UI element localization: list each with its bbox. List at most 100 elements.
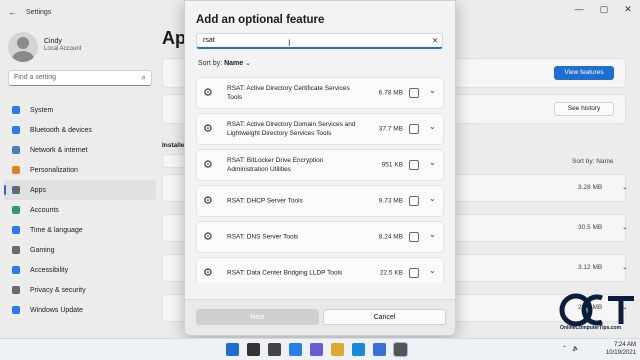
wifi-icon bbox=[12, 146, 20, 154]
feature-checkbox[interactable] bbox=[409, 88, 419, 98]
window-title: Settings bbox=[26, 9, 52, 16]
brush-icon bbox=[12, 166, 20, 174]
feature-size: 6.78 MB bbox=[378, 89, 403, 97]
feature-name: RSAT: Active Directory Domain Services a… bbox=[227, 121, 356, 137]
search-icon[interactable] bbox=[247, 343, 260, 356]
settings-icon[interactable] bbox=[393, 342, 408, 357]
sidebar-item-apps[interactable]: Apps bbox=[4, 180, 156, 200]
feature-list-item[interactable]: ⚙ RSAT: Active Directory Domain Services … bbox=[196, 113, 444, 145]
chevron-down-icon: ⌄ bbox=[245, 60, 251, 67]
sidebar-item-label: System bbox=[30, 106, 54, 114]
sidebar-item-label: Accessibility bbox=[30, 266, 69, 274]
edge-icon[interactable] bbox=[352, 343, 365, 356]
chevron-down-icon[interactable]: ⌄ bbox=[622, 183, 628, 191]
installed-feature-size: 30.5 MB bbox=[578, 224, 603, 231]
back-arrow-icon[interactable]: ← bbox=[8, 7, 17, 17]
dialog-title: Add an optional feature bbox=[196, 14, 325, 26]
user-name: Cindy bbox=[44, 38, 62, 45]
next-button[interactable]: Next bbox=[196, 309, 319, 325]
feature-name: RSAT: DHCP Server Tools bbox=[227, 197, 303, 205]
bluetooth-icon bbox=[12, 126, 20, 134]
clock-date: 10/19/2021 bbox=[605, 350, 636, 356]
maximize-icon[interactable]: ▢ bbox=[597, 4, 611, 15]
sort-dropdown[interactable]: Sort by: Name ⌄ bbox=[198, 59, 251, 67]
shield-icon bbox=[12, 286, 20, 294]
see-history-button[interactable]: See history bbox=[554, 102, 614, 116]
chevron-down-icon[interactable]: ⌄ bbox=[429, 266, 436, 275]
chevron-down-icon[interactable]: ⌄ bbox=[622, 223, 628, 231]
feature-name: RSAT: Active Directory Certificate Servi… bbox=[227, 85, 350, 101]
chevron-down-icon[interactable]: ⌄ bbox=[622, 263, 628, 271]
feature-list: ⚙ RSAT: Active Directory Certificate Serv… bbox=[196, 77, 446, 283]
start-icon[interactable] bbox=[226, 343, 239, 356]
store-icon[interactable] bbox=[373, 343, 386, 356]
chevron-down-icon[interactable]: ⌄ bbox=[429, 158, 436, 167]
feature-list-item[interactable]: ⚙ RSAT: DHCP Server Tools 9.73 MB ⌄ bbox=[196, 185, 444, 217]
widgets-icon[interactable] bbox=[289, 343, 302, 356]
feature-checkbox[interactable] bbox=[409, 160, 419, 170]
dialog-footer: Next Cancel bbox=[185, 299, 455, 335]
feature-size: 951 KB bbox=[381, 161, 403, 169]
cancel-button[interactable]: Cancel bbox=[323, 309, 446, 325]
sidebar: Cindy Local Account Find a setting ⌕ Sys… bbox=[0, 26, 160, 338]
sidebar-item-accounts[interactable]: Accounts bbox=[4, 200, 156, 220]
sidebar-item-label: Windows Update bbox=[30, 306, 83, 314]
sidebar-item-time-language[interactable]: Time & language bbox=[4, 220, 156, 240]
chevron-down-icon[interactable]: ⌄ bbox=[429, 194, 436, 203]
chevron-down-icon[interactable]: ⌄ bbox=[429, 86, 436, 95]
sort-value: Name bbox=[224, 60, 244, 67]
sidebar-item-system[interactable]: System bbox=[4, 100, 156, 120]
volume-icon[interactable]: 🔈 bbox=[572, 345, 579, 352]
sidebar-item-windows-update[interactable]: Windows Update bbox=[4, 300, 156, 320]
feature-gear-icon: ⚙ bbox=[203, 267, 213, 279]
sidebar-item-label: Time & language bbox=[30, 226, 83, 234]
installed-search-box[interactable] bbox=[162, 154, 186, 168]
installed-features-heading: Installe bbox=[162, 142, 185, 149]
minimize-icon[interactable]: — bbox=[572, 4, 586, 14]
clock-time: 7:24 AM bbox=[613, 342, 636, 348]
installed-feature-size: 3.12 MB bbox=[578, 264, 603, 271]
feature-checkbox[interactable] bbox=[409, 268, 419, 278]
chevron-down-icon[interactable]: ⌄ bbox=[429, 230, 436, 239]
feature-checkbox[interactable] bbox=[409, 232, 419, 242]
sort-label: Sort by: bbox=[198, 60, 223, 67]
close-icon[interactable]: ✕ bbox=[621, 4, 635, 15]
feature-list-item[interactable]: ⚙ RSAT: Active Directory Certificate Serv… bbox=[196, 77, 444, 109]
chevron-down-icon[interactable]: ⌄ bbox=[429, 122, 436, 131]
task-view-icon[interactable] bbox=[268, 343, 281, 356]
sidebar-item-accessibility[interactable]: Accessibility bbox=[4, 260, 156, 280]
feature-name: RSAT: Data Center Bridging LLDP Tools bbox=[227, 269, 343, 277]
sidebar-item-personalization[interactable]: Personalization bbox=[4, 160, 156, 180]
feature-checkbox[interactable] bbox=[409, 124, 419, 134]
feature-name: RSAT: BitLocker Drive Encryption Adminis… bbox=[227, 157, 324, 173]
sidebar-item-label: Personalization bbox=[30, 166, 78, 174]
globe-clock-icon bbox=[12, 226, 20, 234]
watermark-site: OnlineComputerTips.com bbox=[560, 325, 622, 331]
find-setting-placeholder: Find a setting bbox=[14, 74, 57, 81]
feature-gear-icon: ⚙ bbox=[203, 195, 213, 207]
feature-list-item[interactable]: ⚙ RSAT: DNS Server Tools 8.24 MB ⌄ bbox=[196, 221, 444, 253]
sidebar-item-network-internet[interactable]: Network & internet bbox=[4, 140, 156, 160]
clock[interactable]: 7:24 AM 10/19/2021 bbox=[586, 341, 636, 357]
clear-search-icon[interactable]: ✕ bbox=[432, 36, 438, 45]
sidebar-nav: System Bluetooth & devices Network & inter… bbox=[4, 100, 156, 320]
installed-sort-label[interactable]: Sort by: Name bbox=[572, 158, 614, 165]
sidebar-item-label: Accounts bbox=[30, 206, 59, 214]
update-icon bbox=[12, 306, 20, 314]
feature-checkbox[interactable] bbox=[409, 196, 419, 206]
view-features-button[interactable]: View features bbox=[554, 66, 614, 80]
sidebar-item-label: Apps bbox=[30, 186, 46, 194]
feature-list-item[interactable]: ⚙ RSAT: BitLocker Drive Encryption Admini… bbox=[196, 149, 444, 181]
feature-gear-icon: ⚙ bbox=[203, 87, 213, 99]
file-explorer-icon[interactable] bbox=[331, 343, 344, 356]
chat-icon[interactable] bbox=[310, 343, 323, 356]
find-setting-input[interactable]: Find a setting ⌕ bbox=[8, 70, 152, 86]
feature-search-input[interactable] bbox=[196, 33, 443, 49]
avatar[interactable] bbox=[8, 32, 38, 62]
feature-size: 9.73 MB bbox=[378, 197, 403, 205]
chevron-up-icon[interactable]: ⌃ bbox=[562, 345, 567, 352]
feature-list-item[interactable]: ⚙ RSAT: Data Center Bridging LLDP Tools 22… bbox=[196, 257, 444, 283]
sidebar-item-gaming[interactable]: Gaming bbox=[4, 240, 156, 260]
sidebar-item-privacy-security[interactable]: Privacy & security bbox=[4, 280, 156, 300]
sidebar-item-bluetooth-devices[interactable]: Bluetooth & devices bbox=[4, 120, 156, 140]
